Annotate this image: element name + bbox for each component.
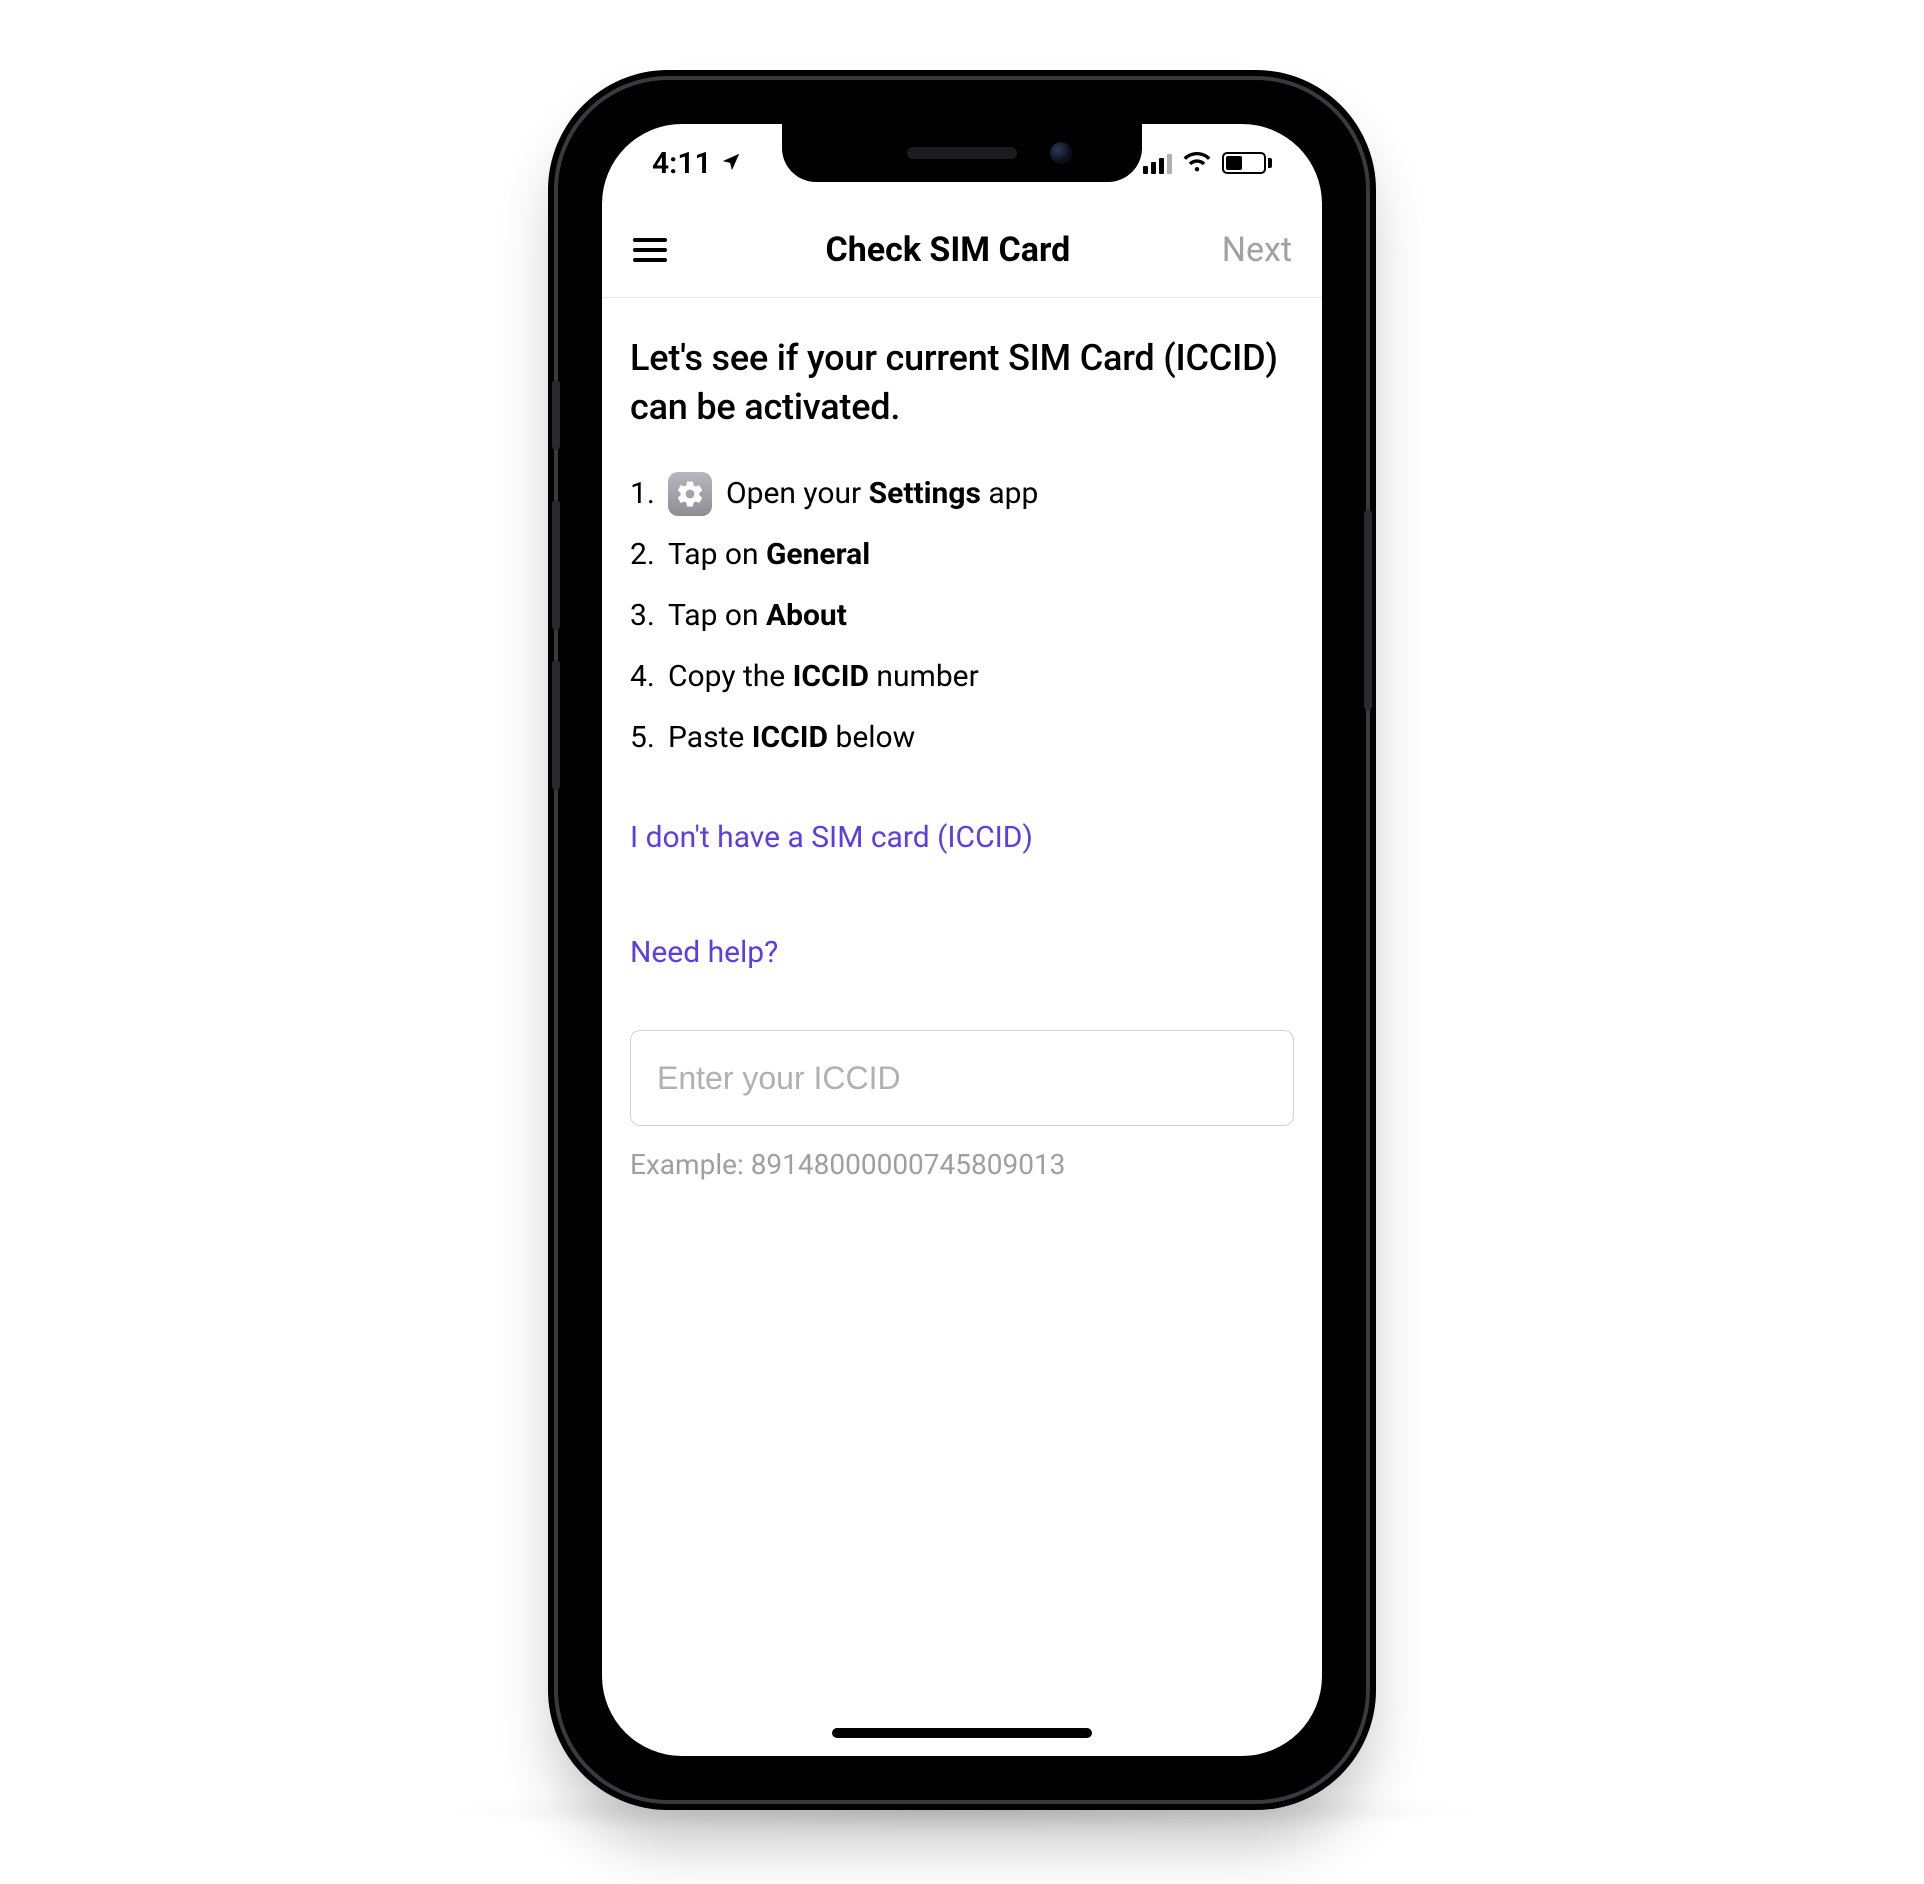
step-number: 2. [630,532,658,577]
front-camera [1050,142,1072,164]
volume-up-button [552,500,560,630]
step-text: Paste ICCID below [668,715,915,760]
settings-icon [668,472,712,516]
step-text: Open your Settings app [726,471,1038,516]
step-number: 3. [630,593,658,638]
instruction-step: 4. Copy the ICCID number [630,654,1294,699]
notch [782,124,1142,182]
instruction-list: 1. Open your Settings app 2. Tap on [630,471,1294,760]
instruction-step: 5. Paste ICCID below [630,715,1294,760]
battery-icon [1222,152,1272,174]
step-number: 5. [630,715,658,760]
wifi-icon [1182,150,1212,176]
home-indicator[interactable] [832,1728,1092,1738]
step-text: Copy the ICCID number [668,654,979,699]
heading-text: Let's see if your current SIM Card (ICCI… [630,334,1294,431]
instruction-step: 3. Tap on About [630,593,1294,638]
example-text: Example: 89148000000745809013 [630,1148,1294,1181]
instruction-step: 1. Open your Settings app [630,471,1294,516]
volume-down-button [552,660,560,790]
instruction-step: 2. Tap on General [630,532,1294,577]
step-number: 4. [630,654,658,699]
location-icon [720,146,742,181]
need-help-link[interactable]: Need help? [630,935,1294,970]
menu-button[interactable] [626,226,674,274]
cellular-signal-icon [1143,152,1172,174]
step-text: Tap on General [668,532,870,577]
step-text: Tap on About [668,593,847,638]
power-button [1364,510,1372,710]
iccid-input[interactable] [630,1030,1294,1126]
phone-frame: 4:11 [558,80,1366,1800]
content-area: Let's see if your current SIM Card (ICCI… [602,298,1322,1756]
step-number: 1. [630,471,658,516]
mute-switch [552,380,560,450]
speaker-grille [907,147,1017,159]
nav-bar: Check SIM Card Next [602,202,1322,298]
phone-screen: 4:11 [602,124,1322,1756]
no-sim-link[interactable]: I don't have a SIM card (ICCID) [630,820,1294,855]
page-title: Check SIM Card [825,230,1070,270]
status-time: 4:11 [652,146,712,181]
next-button[interactable]: Next [1222,230,1298,270]
menu-icon [633,238,667,262]
